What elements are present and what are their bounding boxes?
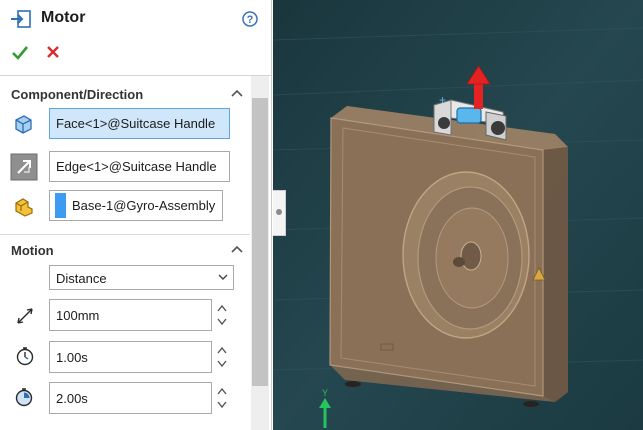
direction-arrow-icon[interactable] [10,153,38,181]
motor-feature-icon [11,10,31,28]
property-manager-panel: Motor ? Component/Direction Face<1>@Suit… [0,0,272,430]
start-time-input[interactable]: 1.00s [49,341,212,373]
ok-button[interactable] [11,44,29,62]
duration-input[interactable]: 2.00s [49,382,212,414]
triad-y-label: Y [322,388,328,398]
distance-icon [17,308,33,324]
component-color-swatch [55,193,66,218]
graphics-viewport[interactable]: + Y [273,0,643,430]
duration-spinner-icon[interactable] [216,383,228,413]
collapse-motion-chevron-up-icon[interactable] [231,245,243,253]
motion-type-select[interactable]: Distance [49,265,234,290]
help-label: ? [247,14,254,26]
clock-duration-icon [15,388,33,407]
collapse-component-direction-chevron-up-icon[interactable] [231,89,243,97]
component-icon [15,198,33,217]
check-icon [12,46,29,60]
panel-collapse-grip-icon[interactable] [276,209,282,215]
start-time-spinner-icon[interactable] [216,342,228,372]
edge-direction-field[interactable]: Edge<1>@Suitcase Handle [49,151,230,182]
section-title-component-direction: Component/Direction [11,87,144,102]
suitcase-model[interactable] [329,106,568,407]
cancel-button[interactable] [45,44,61,60]
svg-text:+: + [439,93,446,107]
section-divider [0,234,250,235]
selected-face-highlight [456,107,482,124]
component-selection-field[interactable]: Base-1@Gyro-Assembly [49,190,223,221]
distance-input[interactable]: 100mm [49,299,212,331]
stopwatch-icon [16,347,34,366]
face-selection-field[interactable]: Face<1>@Suitcase Handle [49,108,230,139]
face-selection-icon [15,115,32,134]
help-circle-icon[interactable]: ? [242,11,258,27]
section-title-motion: Motion [11,243,54,258]
chevron-down-icon[interactable] [218,274,228,281]
distance-spinner-icon[interactable] [216,300,228,330]
page-title: Motor [41,9,86,26]
panel-scrollbar-thumb[interactable] [252,98,268,386]
x-icon [47,46,59,58]
panel-header: Motor ? [0,0,271,76]
